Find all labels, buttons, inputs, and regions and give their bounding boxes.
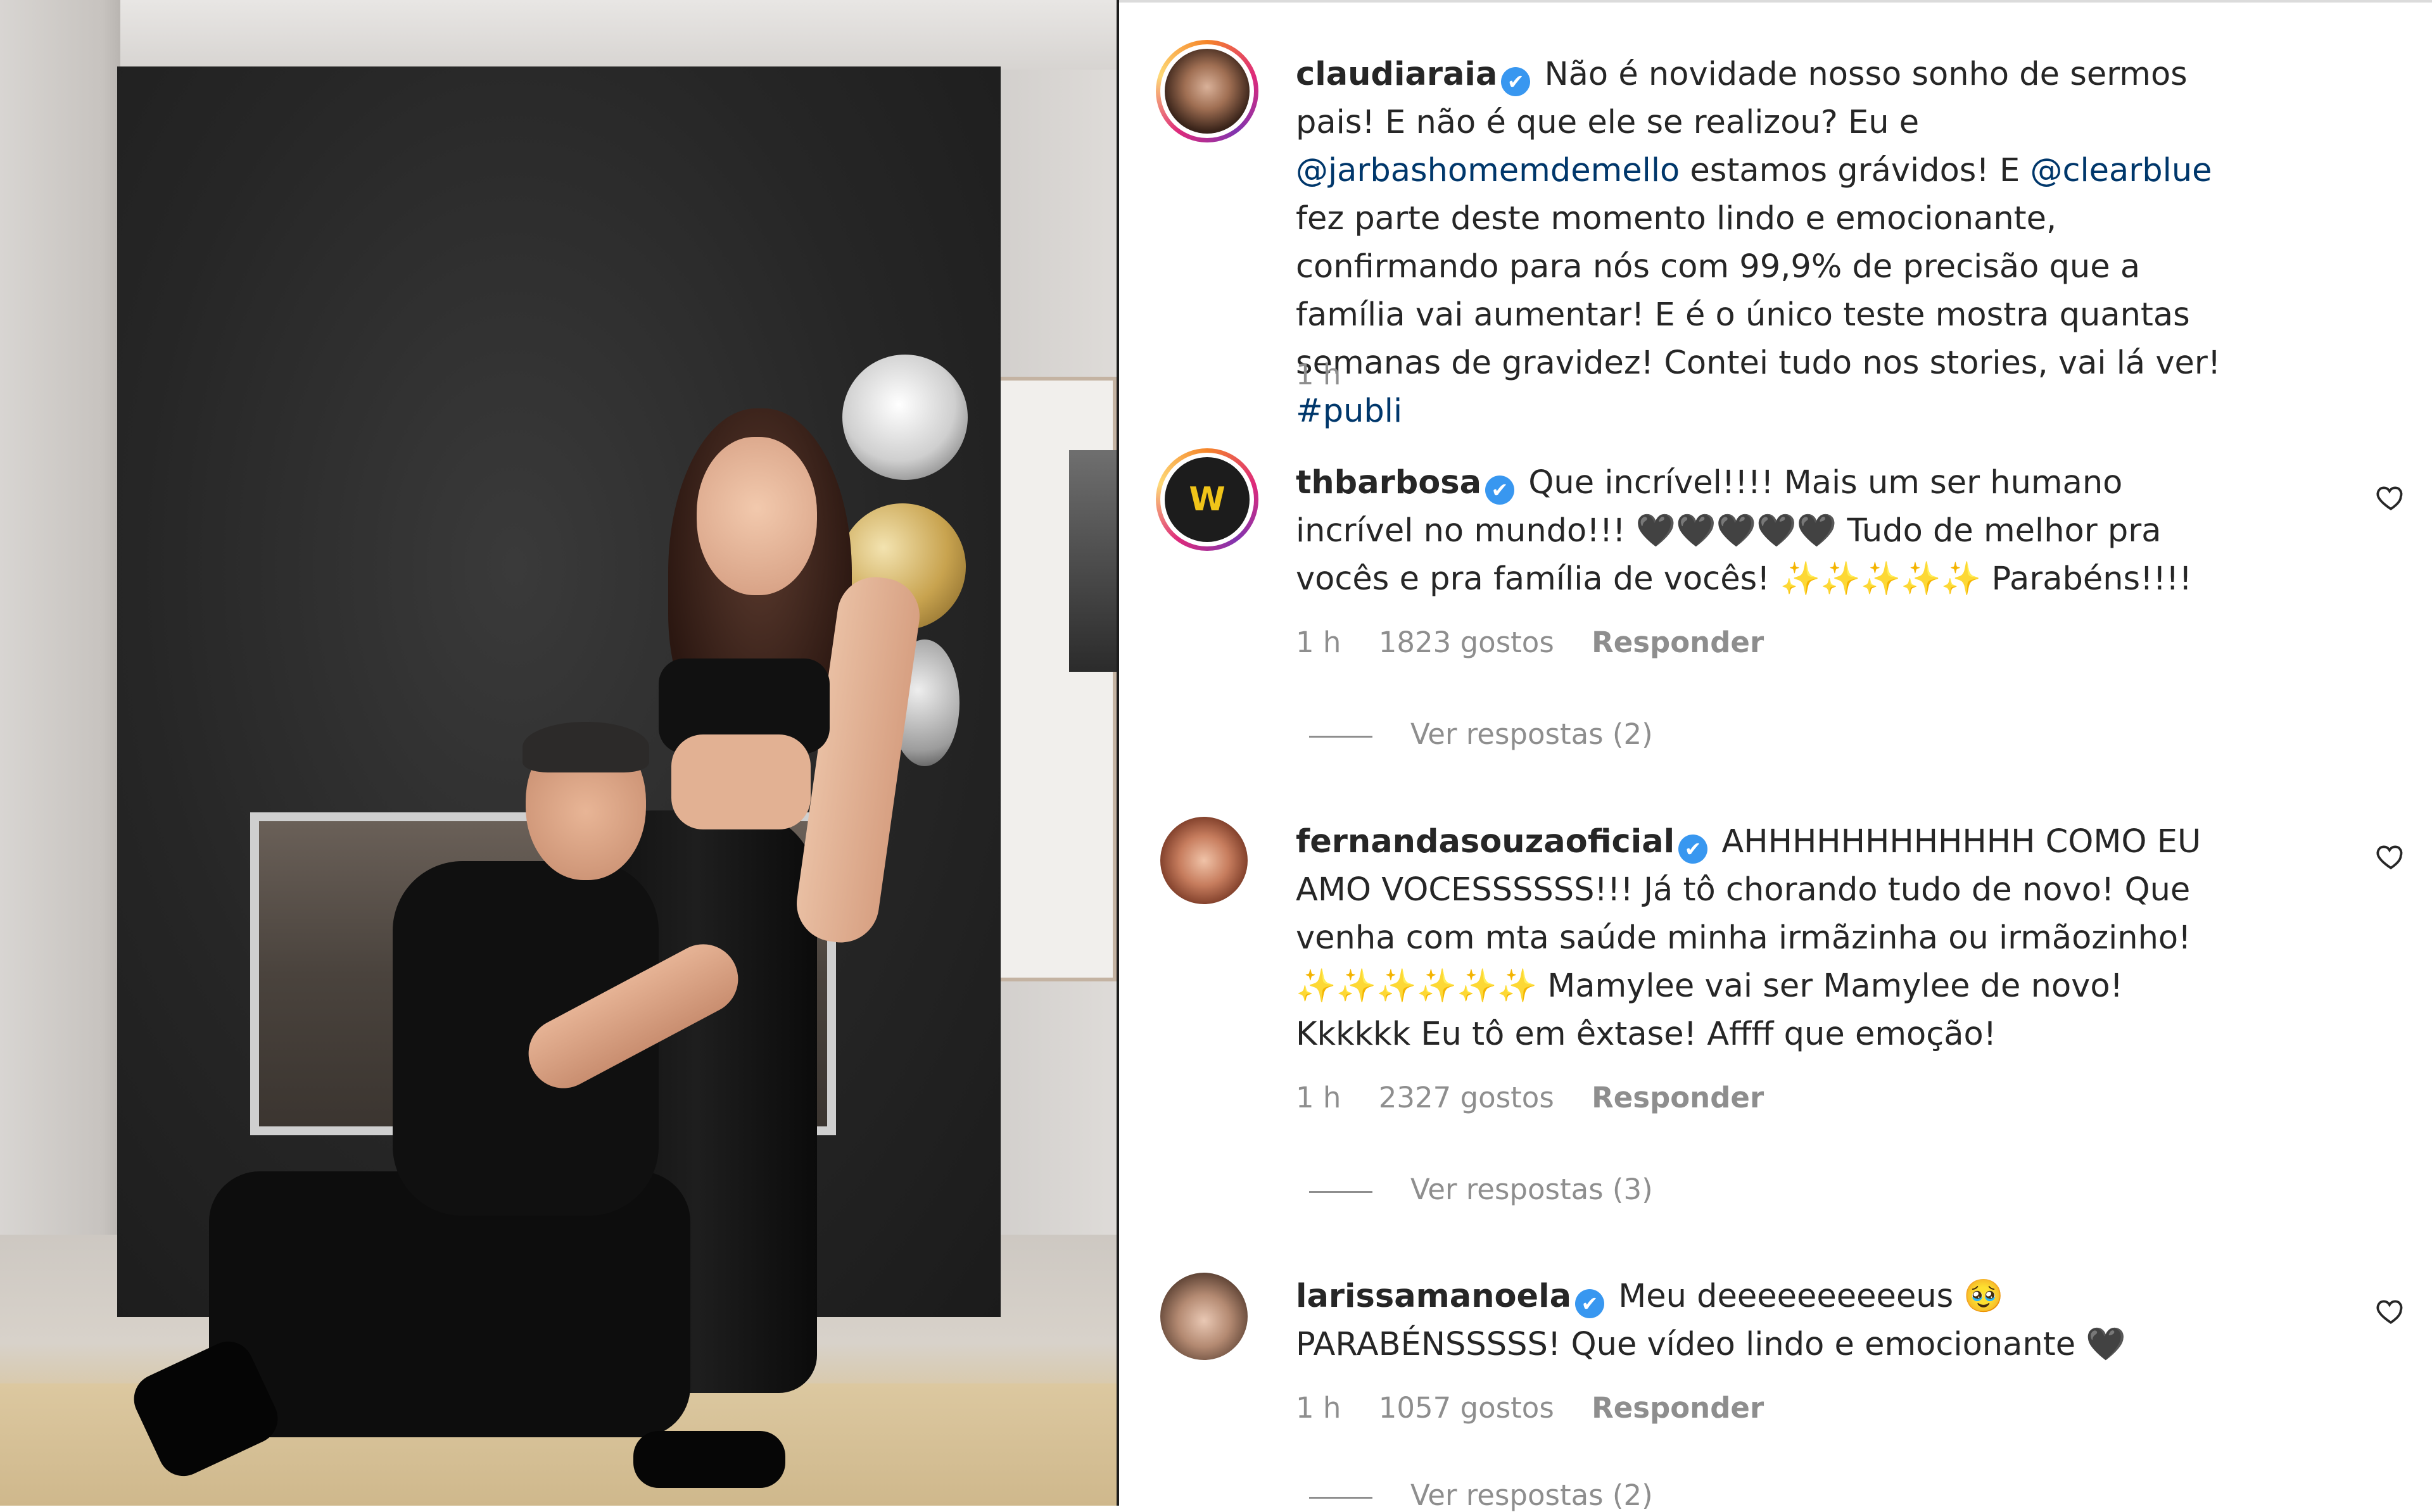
- mention-link[interactable]: @clearblue: [2030, 152, 2212, 189]
- hashtag-link[interactable]: #publi: [1296, 393, 1402, 430]
- comment-text: fernandasouzaoficial ✔ AHHHHHHHHHHHH COMO…: [1296, 823, 2201, 1053]
- panel-top-border: [1119, 0, 2432, 3]
- caption-text: claudiaraia ✔ Não é novidade nosso sonho …: [1296, 56, 2221, 430]
- view-replies-button[interactable]: Ver respostas (2): [1309, 717, 1653, 751]
- photo-man-hair: [522, 722, 649, 772]
- comment-time[interactable]: 1 h: [1296, 626, 1341, 659]
- screen: claudiaraia ✔ Não é novidade nosso sonho …: [0, 0, 2432, 1512]
- comment-meta: 1 h 2327 gostos Responder: [1296, 1081, 1792, 1114]
- caption-time[interactable]: 1 h: [1296, 358, 1341, 391]
- photo-decor-plate: [842, 355, 968, 480]
- caption-meta: 1 h: [1296, 358, 1369, 391]
- comments-panel[interactable]: claudiaraia ✔ Não é novidade nosso sonho …: [1119, 0, 2432, 1512]
- reply-button[interactable]: Responder: [1592, 1391, 1764, 1425]
- like-heart-icon[interactable]: [2375, 840, 2407, 872]
- verified-badge-icon: ✔: [1678, 835, 1708, 864]
- photo-woman-shoe: [633, 1431, 785, 1488]
- like-heart-icon[interactable]: [2375, 1295, 2407, 1326]
- comment-likes[interactable]: 2327 gostos: [1379, 1081, 1554, 1114]
- verified-badge-icon: ✔: [1501, 67, 1531, 96]
- comment-meta: 1 h 1823 gostos Responder: [1296, 626, 1792, 659]
- caption-username[interactable]: claudiaraia: [1296, 56, 1497, 93]
- comment-avatar[interactable]: W: [1156, 448, 1258, 551]
- view-replies-button[interactable]: Ver respostas (2): [1309, 1478, 1653, 1512]
- avatar: [1165, 49, 1250, 134]
- verified-badge-icon: ✔: [1485, 476, 1515, 505]
- comment-time[interactable]: 1 h: [1296, 1391, 1341, 1425]
- like-heart-icon[interactable]: [2375, 481, 2407, 513]
- photo-ceiling: [120, 0, 1117, 70]
- reply-button[interactable]: Responder: [1592, 1081, 1764, 1114]
- photo-woman-face: [697, 437, 817, 595]
- photo-picture-frame: [996, 377, 1117, 981]
- comment-avatar[interactable]: [1160, 1273, 1248, 1360]
- comment-text: larissamanoela ✔ Meu deeeeeeeeeeus 🥹 PARA…: [1296, 1278, 2126, 1363]
- comment-meta: 1 h 1057 gostos Responder: [1296, 1391, 1792, 1425]
- comment-likes[interactable]: 1823 gostos: [1379, 626, 1554, 659]
- view-replies-button[interactable]: Ver respostas (3): [1309, 1173, 1653, 1206]
- verified-badge-icon: ✔: [1575, 1289, 1605, 1318]
- comment-avatar[interactable]: [1160, 817, 1248, 904]
- comment-text: thbarbosa ✔ Que incrível!!!! Mais um ser …: [1296, 464, 2192, 598]
- comment-likes[interactable]: 1057 gostos: [1379, 1391, 1554, 1425]
- comment-time[interactable]: 1 h: [1296, 1081, 1341, 1114]
- comment-username[interactable]: larissamanoela: [1296, 1278, 1571, 1315]
- comment-username[interactable]: fernandasouzaoficial: [1296, 823, 1675, 860]
- reply-button[interactable]: Responder: [1592, 626, 1764, 659]
- mention-link[interactable]: @jarbashomemdemello: [1296, 152, 1680, 189]
- avatar: W: [1165, 457, 1250, 542]
- comment-username[interactable]: thbarbosa: [1296, 464, 1481, 501]
- post-photo[interactable]: [0, 0, 1117, 1506]
- caption-avatar[interactable]: [1156, 40, 1258, 142]
- photo-woman-waist: [671, 734, 811, 829]
